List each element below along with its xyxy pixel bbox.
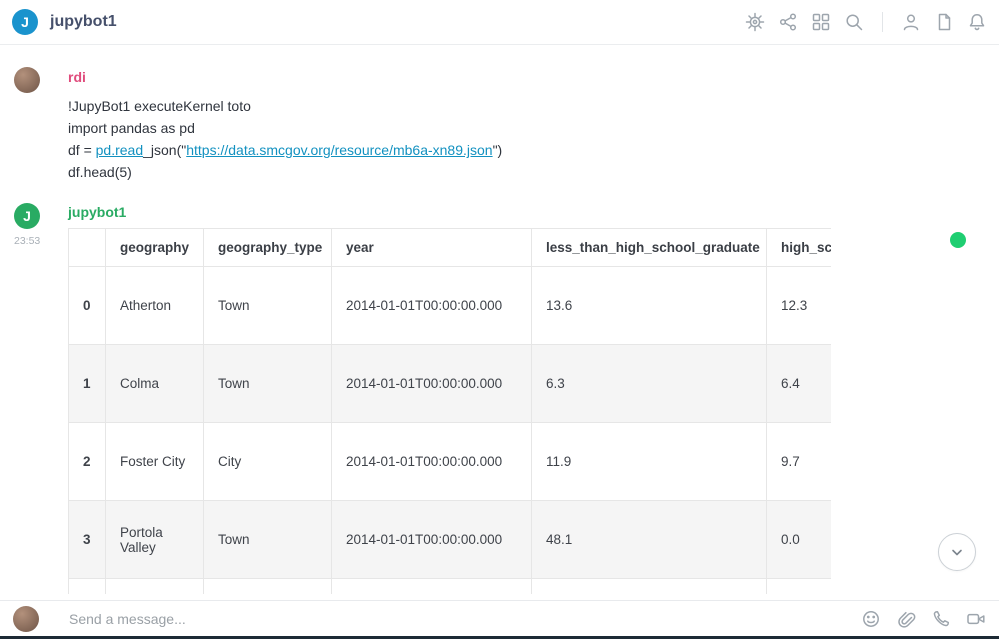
table-cell <box>532 579 767 595</box>
column-header: year <box>332 229 532 267</box>
gear-icon[interactable] <box>745 12 765 32</box>
table-cell: 11.9 <box>532 423 767 501</box>
table-cell <box>204 579 332 595</box>
channel-header: J jupybot1 <box>0 0 999 45</box>
header-toolbar <box>745 12 987 32</box>
table-cell: Portola Valley <box>106 501 204 579</box>
table-row: 1ColmaTown2014-01-01T00:00:00.0006.36.4 <box>69 345 832 423</box>
table-cell: Town <box>204 501 332 579</box>
jupybot1-username[interactable]: jupybot1 <box>68 204 126 220</box>
table-row: 0AthertonTown2014-01-01T00:00:00.00013.6… <box>69 267 832 345</box>
table-cell: 2014-01-01T00:00:00.000 <box>332 267 532 345</box>
channel-avatar-letter: J <box>21 14 29 30</box>
table-cell: 0.0 <box>767 501 832 579</box>
message-timestamp: 23:53 <box>14 235 40 247</box>
message-line-3: df = pd.read_json("https://data.smcgov.o… <box>68 139 502 161</box>
code-text: df = <box>68 142 96 158</box>
unread-mention-badge[interactable] <box>950 232 966 248</box>
column-header: geography <box>106 229 204 267</box>
table-cell: 2 <box>69 423 106 501</box>
table-cell: 13.6 <box>532 267 767 345</box>
message-line-1: !JupyBot1 executeKernel toto <box>68 95 502 117</box>
table-cell: 2014-01-01T00:00:00.000 <box>332 345 532 423</box>
code-text: _json(" <box>143 142 186 158</box>
members-icon[interactable] <box>901 12 921 32</box>
chat-window: J jupybot1 <box>0 0 999 639</box>
table-cell: 48.1 <box>532 501 767 579</box>
table-cell: 3 <box>69 501 106 579</box>
column-header: less_than_high_school_graduate <box>532 229 767 267</box>
table-cell: 1 <box>69 345 106 423</box>
table-cell: 0 <box>69 267 106 345</box>
table-cell: Town <box>204 345 332 423</box>
dataframe-body: 0AthertonTown2014-01-01T00:00:00.00013.6… <box>69 267 832 595</box>
table-row <box>69 579 832 595</box>
emoji-icon[interactable] <box>861 609 881 629</box>
dataframe-table: geographygeography_typeyearless_than_hig… <box>68 228 831 594</box>
search-icon[interactable] <box>844 12 864 32</box>
dataframe-header-row: geographygeography_typeyearless_than_hig… <box>69 229 832 267</box>
attachment-icon[interactable] <box>896 609 916 629</box>
table-cell: Foster City <box>106 423 204 501</box>
share-icon[interactable] <box>778 12 798 32</box>
jupybot1-avatar[interactable]: J <box>14 203 40 229</box>
jump-to-recent-button[interactable] <box>938 533 976 571</box>
table-cell <box>69 579 106 595</box>
channel-avatar[interactable]: J <box>12 9 38 35</box>
column-header: geography_type <box>204 229 332 267</box>
table-cell: 6.3 <box>532 345 767 423</box>
table-cell: City <box>204 423 332 501</box>
chevron-down-icon <box>946 541 968 563</box>
table-row: 2Foster CityCity2014-01-01T00:00:00.0001… <box>69 423 832 501</box>
table-cell <box>767 579 832 595</box>
table-cell: Colma <box>106 345 204 423</box>
table-cell: 9.7 <box>767 423 832 501</box>
table-cell: 12.3 <box>767 267 832 345</box>
video-icon[interactable] <box>966 609 986 629</box>
table-row: 3Portola ValleyTown2014-01-01T00:00:00.0… <box>69 501 832 579</box>
bell-icon[interactable] <box>967 12 987 32</box>
rdi-username[interactable]: rdi <box>68 69 86 85</box>
table-cell <box>332 579 532 595</box>
table-cell: Atherton <box>106 267 204 345</box>
composer-actions <box>861 609 986 629</box>
dataframe-table-container[interactable]: geographygeography_typeyearless_than_hig… <box>68 228 831 594</box>
phone-icon[interactable] <box>931 609 951 629</box>
message-line-4: df.head(5) <box>68 161 502 183</box>
channel-title: jupybot1 <box>50 13 117 31</box>
rdi-message-body: !JupyBot1 executeKernel toto import pand… <box>68 95 502 183</box>
table-cell: Town <box>204 267 332 345</box>
column-header: high_sc <box>767 229 832 267</box>
dataset-url-link[interactable]: https://data.smcgov.org/resource/mb6a-xn… <box>186 142 492 158</box>
header-divider <box>882 12 883 32</box>
table-cell: 6.4 <box>767 345 832 423</box>
message-input[interactable] <box>69 611 861 627</box>
current-user-avatar[interactable] <box>13 606 39 632</box>
table-cell: 2014-01-01T00:00:00.000 <box>332 501 532 579</box>
table-cell <box>106 579 204 595</box>
code-text: ") <box>493 142 503 158</box>
message-list[interactable]: rdi !JupyBot1 executeKernel toto import … <box>0 45 999 600</box>
jupybot1-avatar-letter: J <box>23 208 31 224</box>
files-icon[interactable] <box>934 12 954 32</box>
apps-grid-icon[interactable] <box>811 12 831 32</box>
pd-read-link[interactable]: pd.read <box>96 142 143 158</box>
table-cell: 2014-01-01T00:00:00.000 <box>332 423 532 501</box>
message-composer <box>0 600 999 636</box>
rdi-avatar[interactable] <box>14 67 40 93</box>
message-line-2: import pandas as pd <box>68 117 502 139</box>
column-header <box>69 229 106 267</box>
